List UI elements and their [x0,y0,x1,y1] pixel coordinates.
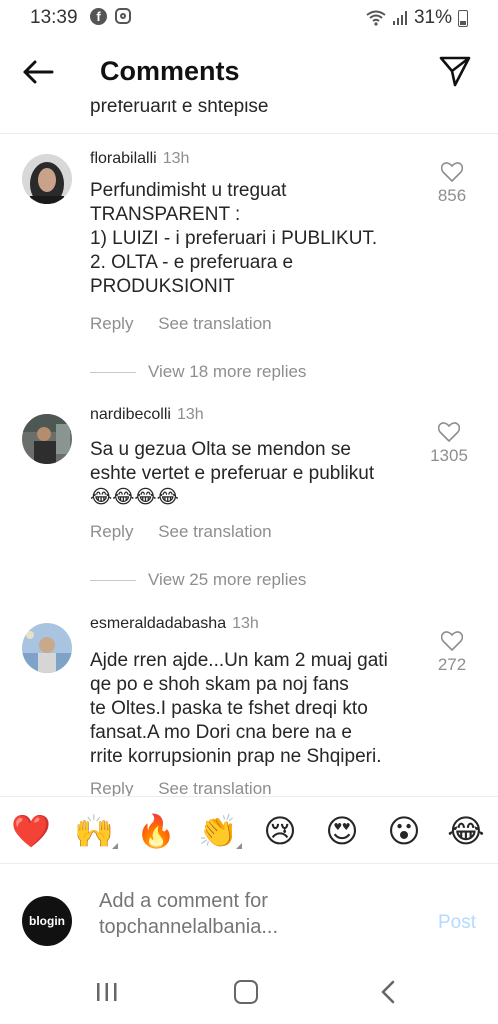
wifi-icon [366,10,386,26]
see-translation-button[interactable]: See translation [158,314,271,333]
reply-button[interactable]: Reply [90,779,133,796]
status-app-icons: f [90,8,131,25]
replies-line [90,579,136,581]
comment-actions: Reply See translation [90,779,292,796]
see-translation-button[interactable]: See translation [158,522,271,541]
emoji-fire-button[interactable]: 🔥 [134,811,178,851]
comment-username[interactable]: esmeraldadabasha 13h [90,615,259,633]
comment-text: Perfundimisht u treguat TRANSPARENT : 1)… [90,180,378,297]
emoji-crying-button[interactable]: 😢 [258,811,302,851]
comment-text: Ajde rren ajde...Un kam 2 muaj gati qe p… [90,650,388,767]
partial-comment-text: preferuarit e shtepise [90,100,269,117]
skin-tone-caret-icon [236,843,242,849]
status-time: 13:39 [30,7,78,28]
instagram-icon [115,8,131,24]
comment-input[interactable] [99,888,409,944]
signal-icon [392,11,407,25]
like-count: 856 [437,186,467,205]
comment-text: Sa u gezua Olta se mendon se eshte verte… [90,439,375,508]
like-control: 1305 [424,422,474,466]
skin-tone-caret-icon [112,843,118,849]
emoji-bar: ❤️ 🙌 🔥 👏 😢 😍 😮 😂 [0,796,498,864]
post-button[interactable]: Post [438,912,476,934]
like-count: 1305 [430,446,468,465]
view-replies-label[interactable]: View 18 more replies [148,362,306,382]
emoji-heart-button[interactable]: ❤️ [9,811,53,851]
comment-time: 13h [232,615,259,632]
emoji-laughing-button[interactable]: 😂 [444,811,488,851]
battery-icon [458,9,468,27]
emoji-raised-hands: 🙌 [74,813,114,849]
like-count: 272 [437,655,467,674]
status-system-icons: 31% [366,7,468,29]
like-control: 272 [432,631,472,675]
emoji-clap: 👏 [198,813,238,849]
page-title: Comments [100,56,240,86]
battery-percent: 31% [413,7,452,28]
comment-time: 13h [162,150,190,167]
avatar[interactable] [22,414,72,464]
status-bar: 13:39 f 31% [0,0,498,36]
view-replies-button[interactable]: View 25 more replies [90,570,306,590]
view-replies-button[interactable]: View 18 more replies [90,362,306,382]
paper-plane-icon[interactable] [438,54,472,88]
reply-button[interactable]: Reply [90,314,133,333]
like-control: 856 [432,162,472,206]
comment-username[interactable]: nardibecolli 13h [90,406,204,424]
comment-composer: blogin Post [0,864,498,964]
username-text[interactable]: nardibecolli [90,406,171,423]
view-replies-label[interactable]: View 25 more replies [148,570,306,590]
username-text[interactable]: esmeraldadabasha [90,615,226,632]
heart-icon[interactable] [441,631,463,651]
arrow-left-icon[interactable] [20,54,56,90]
comments-list[interactable]: preferuarit e shtepise florabilalli 13h P… [0,100,498,796]
system-nav-bar [0,964,498,1024]
comment-time: 13h [176,406,204,423]
home-icon[interactable] [234,980,258,1004]
username-text[interactable]: florabilalli [90,150,157,167]
my-avatar: blogin [22,896,72,946]
heart-icon[interactable] [441,162,463,182]
divider [0,133,498,134]
recent-apps-icon[interactable] [96,982,118,1002]
emoji-heart-eyes-button[interactable]: 😍 [320,811,364,851]
comment-username[interactable]: florabilalli 13h [90,150,189,168]
avatar[interactable] [22,154,72,204]
replies-line [90,371,136,373]
emoji-surprised-button[interactable]: 😮 [382,811,426,851]
emoji-clap-button[interactable]: 👏 [196,811,242,851]
facebook-icon: f [90,8,107,25]
comment-actions: Reply See translation [90,314,292,334]
comment-actions: Reply See translation [90,522,292,542]
heart-icon[interactable] [438,422,460,442]
reply-button[interactable]: Reply [90,522,133,541]
emoji-raised-hands-button[interactable]: 🙌 [72,811,118,851]
header: Comments [0,36,498,108]
see-translation-button[interactable]: See translation [158,779,271,796]
back-icon[interactable] [378,980,398,1004]
avatar[interactable] [22,623,72,673]
